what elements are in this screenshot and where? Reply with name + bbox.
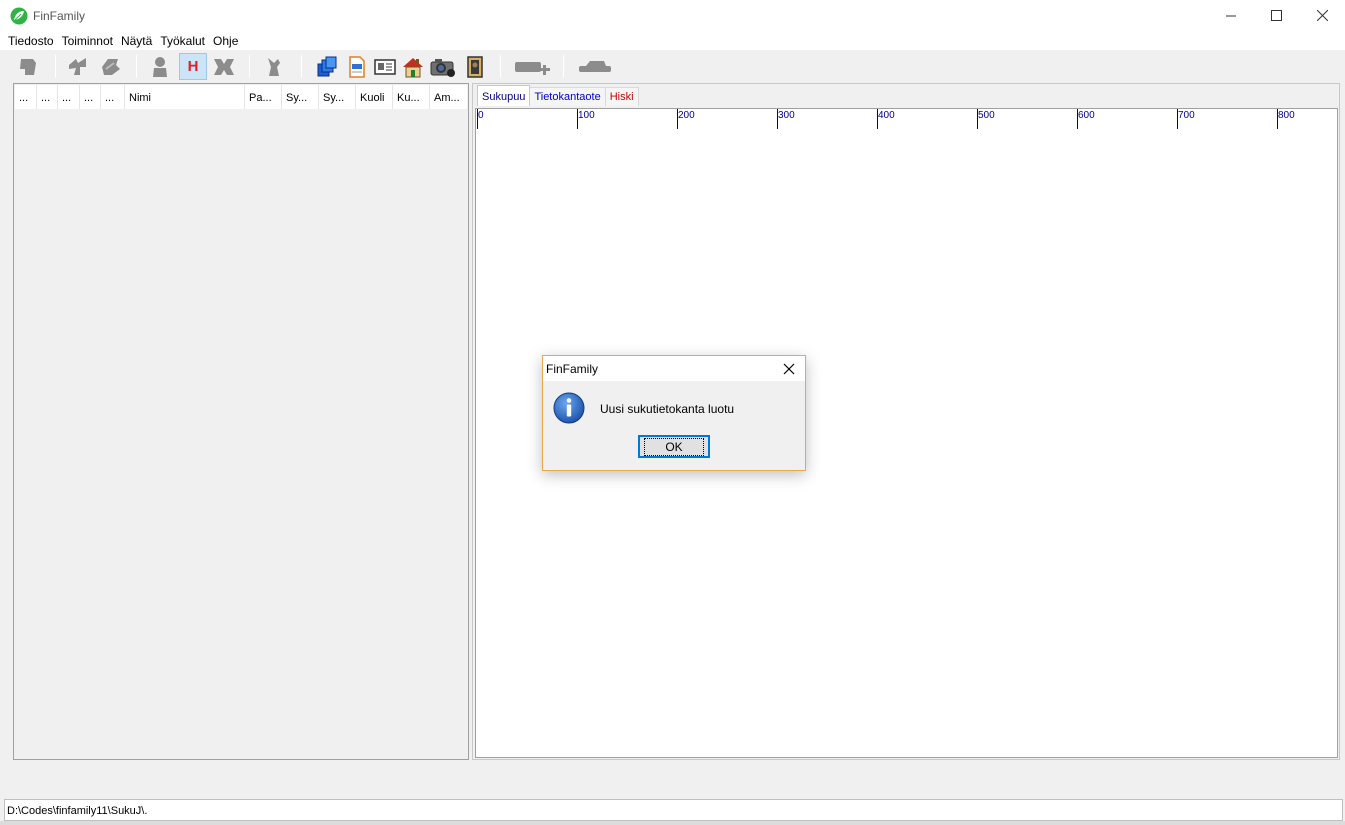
house-icon — [403, 57, 423, 77]
ruler-label: 300 — [778, 110, 795, 121]
id-card-icon — [374, 58, 396, 75]
family-button[interactable] — [96, 53, 124, 80]
menu-bar: Tiedosto Toiminnot Näytä Työkalut Ohje — [0, 31, 1345, 50]
column-header[interactable]: Ku... — [393, 85, 430, 109]
child-button[interactable] — [260, 53, 288, 80]
column-header-kuoli[interactable]: Kuoli — [356, 85, 393, 109]
dialog-title-bar: FinFamily — [543, 356, 805, 381]
window-title: FinFamily — [33, 9, 86, 23]
table-header: ... ... ... ... ... Nimi Pa... Sy... Sy.… — [15, 85, 467, 109]
minimize-button[interactable] — [1208, 0, 1254, 31]
add-link-icon — [515, 61, 550, 75]
person-silhouette-icon — [153, 56, 167, 77]
column-header[interactable]: ... — [101, 85, 125, 109]
person-button[interactable] — [14, 53, 42, 80]
column-header[interactable]: Sy... — [282, 85, 319, 109]
family-icon — [102, 58, 120, 75]
house-button[interactable] — [399, 53, 427, 80]
column-header-nimi[interactable]: Nimi — [125, 85, 245, 109]
couple-icon — [214, 58, 234, 75]
ruler-label: 100 — [578, 110, 595, 121]
relatives-icon — [69, 57, 86, 75]
dialog-title: FinFamily — [546, 362, 599, 376]
column-header[interactable]: ... — [37, 85, 58, 109]
minimize-icon — [1225, 15, 1236, 17]
camera-icon — [430, 58, 455, 77]
person-icon — [20, 58, 36, 75]
person-table[interactable]: ... ... ... ... ... Nimi Pa... Sy... Sy.… — [13, 83, 469, 760]
person-silhouette-button[interactable] — [146, 53, 174, 80]
info-icon — [553, 392, 585, 424]
ruler-label: 600 — [1078, 110, 1095, 121]
view-tabs: Sukupuu Tietokantaote Hiski — [477, 85, 639, 107]
status-path: D:\Codes\finfamily11\SukuJ\. — [7, 805, 148, 817]
maximize-icon — [1270, 10, 1282, 21]
report-icon — [349, 55, 365, 78]
remove-link-icon — [579, 60, 611, 72]
ok-button[interactable]: OK — [638, 435, 710, 458]
close-icon — [783, 363, 795, 375]
column-header[interactable]: ... — [80, 85, 101, 109]
column-header[interactable]: Sy... — [319, 85, 356, 109]
menu-ohje[interactable]: Ohje — [209, 31, 242, 50]
h-button[interactable]: H — [179, 53, 207, 80]
report-button[interactable] — [343, 53, 371, 80]
id-card-button[interactable] — [371, 53, 399, 80]
ruler-label: 700 — [1178, 110, 1195, 121]
tab-tietokantaote[interactable]: Tietokantaote — [529, 87, 606, 106]
ruler-label: 0 — [478, 110, 484, 121]
toolbar: H — [0, 51, 1345, 82]
dialog-message: Uusi sukutietokanta luotu — [600, 402, 735, 416]
close-icon — [1316, 10, 1328, 21]
finfamily-leaf-icon — [10, 7, 28, 25]
message-dialog: FinFamily Uusi sukutietokanta luotu OK — [542, 355, 806, 471]
bottom-strip — [0, 821, 1345, 825]
ruler-label: 500 — [978, 110, 995, 121]
copy-button[interactable] — [313, 53, 341, 80]
tab-hiski[interactable]: Hiski — [604, 87, 639, 106]
add-link-button[interactable] — [512, 53, 552, 80]
tab-sukupuu[interactable]: Sukupuu — [477, 85, 531, 106]
app-window: FinFamily Tiedosto Toiminnot Näytä Työka… — [0, 0, 1345, 825]
relatives-button[interactable] — [64, 53, 92, 80]
close-button[interactable] — [1299, 0, 1345, 31]
dialog-close-button[interactable] — [779, 360, 799, 378]
title-bar: FinFamily — [0, 0, 1345, 31]
couple-button[interactable] — [210, 53, 238, 80]
child-icon — [268, 57, 280, 76]
column-header[interactable]: ... — [15, 85, 37, 109]
ruler-label: 800 — [1278, 110, 1295, 121]
ruler-label: 400 — [878, 110, 895, 121]
portrait-button[interactable] — [461, 53, 489, 80]
menu-tyokalut[interactable]: Työkalut — [156, 31, 209, 50]
menu-toiminnot[interactable]: Toiminnot — [58, 31, 117, 50]
remove-link-button[interactable] — [575, 53, 615, 80]
menu-tiedosto[interactable]: Tiedosto — [4, 31, 58, 50]
ruler-label: 200 — [678, 110, 695, 121]
menu-nayta[interactable]: Näytä — [117, 31, 156, 50]
copy-icon — [317, 56, 337, 76]
column-header[interactable]: ... — [58, 85, 80, 109]
maximize-button[interactable] — [1253, 0, 1299, 31]
h-icon: H — [187, 58, 199, 75]
ruler: 0 100 200 300 400 500 600 700 800 — [476, 109, 1337, 133]
portrait-icon — [467, 55, 483, 78]
status-bar: D:\Codes\finfamily11\SukuJ\. — [4, 799, 1343, 821]
column-header[interactable]: Pa... — [245, 85, 282, 109]
camera-button[interactable] — [429, 53, 457, 80]
column-header[interactable]: Am... — [430, 85, 467, 109]
